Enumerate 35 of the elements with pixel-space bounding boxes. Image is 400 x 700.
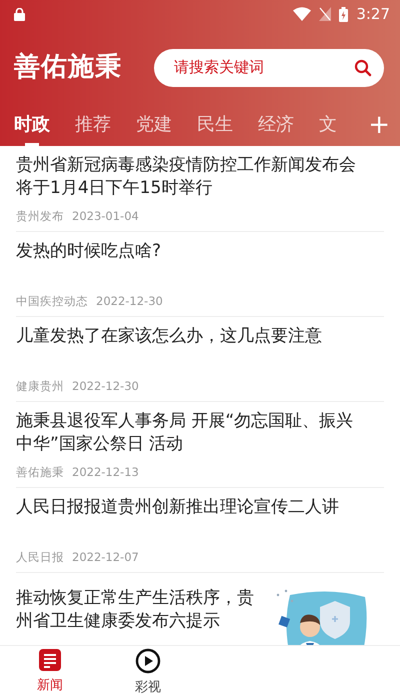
article-date: 2022-12-07	[72, 549, 139, 566]
category-tab[interactable]: 时政	[14, 111, 50, 146]
bottom-nav-tab[interactable]: 彩视	[108, 646, 188, 700]
article-source: 善佑施秉	[16, 464, 64, 481]
article-date: 2022-12-30	[72, 378, 139, 395]
battery-charging-icon	[339, 6, 348, 22]
search-field[interactable]: 请搜索关键词	[172, 55, 322, 80]
article-title[interactable]: 贵州省新冠病毒感染疫情防控工作新闻发布会将于1月4日下午15时举行	[16, 154, 370, 200]
category-tab[interactable]: 民生	[197, 111, 233, 146]
article-source: 人民日报	[16, 549, 64, 566]
status-time: 3:27	[356, 4, 390, 25]
article-date: 2022-12-30	[96, 292, 163, 310]
search-bar[interactable]: 请搜索关键词	[154, 48, 384, 86]
search-icon[interactable]	[354, 58, 372, 76]
category-tab[interactable]: 党建	[136, 111, 172, 146]
category-tab[interactable]: 经济	[258, 111, 294, 146]
category-tab[interactable]: 推荐	[75, 111, 111, 146]
article-source: 中国疾控动态	[16, 292, 88, 310]
article-title[interactable]: 儿童发热了在家该怎么办，这几点要注意	[16, 325, 370, 348]
add-channel-button[interactable]: +	[368, 112, 390, 146]
article-date: 2022-12-13	[72, 464, 139, 481]
news-icon	[38, 648, 62, 672]
bottom-nav-tab[interactable]: 新闻	[10, 646, 90, 700]
wifi-icon	[293, 7, 312, 21]
no-signal-icon	[319, 7, 332, 21]
app-logo: 善佑施秉	[14, 51, 122, 84]
article-date: 2023-01-04	[72, 208, 139, 225]
article-title[interactable]: 人民日报报道贵州创新推出理论宣传二人讲	[16, 496, 370, 520]
article-source: 健康贵州	[16, 378, 64, 395]
article-title[interactable]: 施秉县退役军人事务局 开展“勿忘国耻、振兴中华”国家公祭日 活动	[16, 410, 370, 456]
play-icon	[135, 648, 161, 674]
article-title[interactable]: 发热的时候吃点啥?	[16, 240, 370, 264]
article-title[interactable]: 推动恢复正常生产生活秩序，贵州省卫生健康委发布六提示	[16, 587, 261, 634]
lock-icon	[14, 8, 25, 20]
article-source: 贵州发布	[16, 208, 64, 225]
